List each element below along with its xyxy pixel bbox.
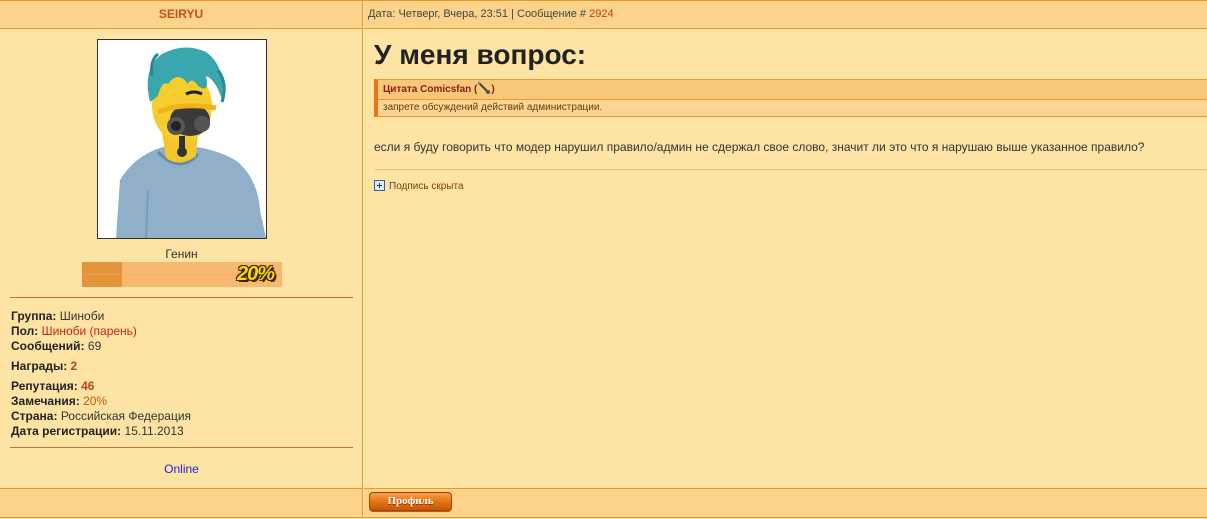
user-reputation: Репутация: 46: [11, 379, 95, 393]
user-awards: Награды: 2: [11, 359, 78, 373]
user-info-panel: Генин 20% Группа: Шиноби Пол: Шиноби (па…: [0, 29, 363, 488]
user-gender: Пол: Шиноби (парень): [11, 324, 137, 338]
online-status: Online: [164, 462, 199, 476]
user-posts: Сообщений: 69: [11, 339, 102, 353]
user-rank: Генин: [165, 247, 198, 261]
quote-block: Цитата Comicsfan ( ) запрете обсуждений …: [374, 79, 1207, 117]
country-value: Российская Федерация: [60, 409, 192, 423]
expand-icon[interactable]: [374, 180, 385, 191]
footer-left: [0, 488, 363, 519]
post-number-link[interactable]: 2924: [589, 8, 613, 20]
user-warnings: Замечания: 20%: [11, 394, 108, 408]
post-message: если я буду говорить что модер нарушил п…: [374, 140, 1145, 154]
signature-toggle[interactable]: Подпись скрыта: [374, 180, 464, 193]
profile-button[interactable]: Профиль: [369, 492, 452, 511]
rank-progress-label: 20%: [236, 263, 275, 285]
awards-link[interactable]: 2: [71, 359, 78, 373]
post-content: У меня вопрос: Цитата Comicsfan ( ) запр…: [364, 29, 1207, 488]
quote-header: Цитата Comicsfan ( ): [378, 80, 1207, 100]
rank-progress-bar: 20%: [82, 262, 282, 287]
warnings-link[interactable]: 20%: [83, 394, 107, 408]
divider: [10, 297, 353, 298]
quote-text: запрете обсуждений действий администраци…: [378, 100, 1207, 116]
user-registered: Дата регистрации: 15.11.2013: [11, 424, 184, 438]
quote-author[interactable]: Цитата Comicsfan (: [383, 84, 477, 95]
post-title: У меня вопрос:: [374, 39, 587, 70]
group-value: Шиноби: [59, 309, 105, 323]
post-date: Дата: Четверг, Вчера, 23:51 | Сообщение …: [368, 8, 590, 20]
reputation-link[interactable]: 46: [81, 379, 94, 393]
posts-value: 69: [87, 339, 102, 353]
footer-right: Профиль: [364, 488, 1207, 519]
post-meta: Дата: Четверг, Вчера, 23:51 | Сообщение …: [364, 1, 1207, 29]
signature-toggle-label[interactable]: Подпись скрыта: [389, 181, 464, 192]
gender-value: Шиноби (парень): [41, 324, 137, 338]
forum-post: SEIRYU Дата: Четверг, Вчера, 23:51 | Соо…: [0, 0, 1207, 519]
signature-divider: [374, 169, 1207, 170]
author-name[interactable]: SEIRYU: [0, 1, 363, 29]
avatar-image: [98, 40, 266, 238]
user-country: Страна: Российская Федерация: [11, 409, 192, 423]
user-group: Группа: Шиноби: [11, 309, 105, 323]
quote-link-icon[interactable]: [477, 81, 491, 95]
avatar[interactable]: [97, 39, 267, 239]
divider: [10, 447, 353, 448]
registered-value: 15.11.2013: [124, 424, 184, 438]
